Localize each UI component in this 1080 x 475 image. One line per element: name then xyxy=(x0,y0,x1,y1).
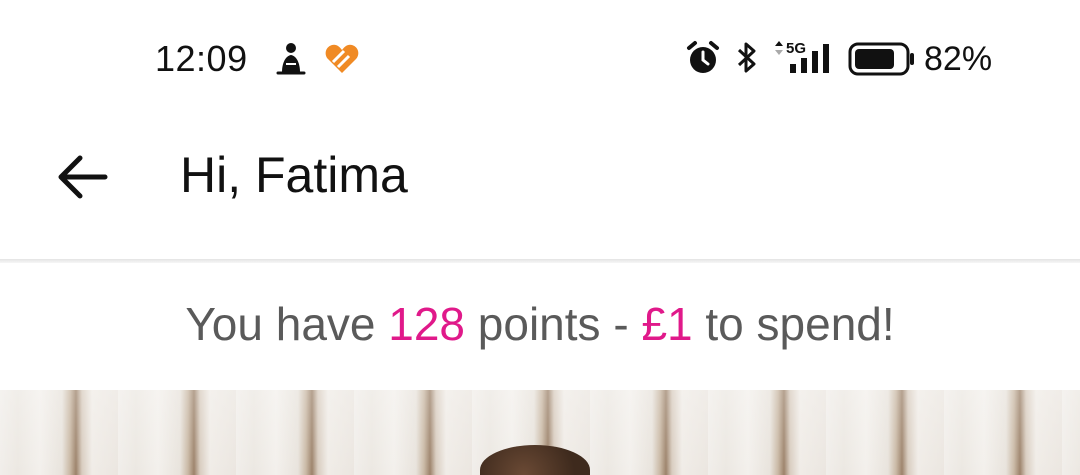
network-label: 5G xyxy=(786,40,806,57)
app-bar xyxy=(0,120,1080,260)
points-suffix: to spend! xyxy=(692,298,895,350)
status-bar: 12:09 5G 82% xyxy=(0,0,1080,120)
battery-percent: 82% xyxy=(924,40,993,78)
battery-icon xyxy=(848,42,914,76)
alarm-icon xyxy=(687,41,719,73)
back-arrow-icon xyxy=(58,155,108,199)
points-count: 128 xyxy=(388,298,466,350)
points-middle: points - xyxy=(465,298,642,350)
bluetooth-icon xyxy=(737,42,756,73)
person-icon xyxy=(276,43,306,75)
page-title: Hi, Fatima xyxy=(180,147,408,203)
points-amount: £1 xyxy=(641,298,693,350)
heart-app-icon xyxy=(325,44,359,73)
status-time: 12:09 xyxy=(155,38,248,79)
back-button[interactable] xyxy=(50,145,114,209)
points-prefix: You have xyxy=(185,298,389,350)
hero-image xyxy=(0,390,1080,475)
signal-icon: 5G xyxy=(775,40,829,73)
points-message: You have 128 points - £1 to spend! xyxy=(0,297,1080,351)
